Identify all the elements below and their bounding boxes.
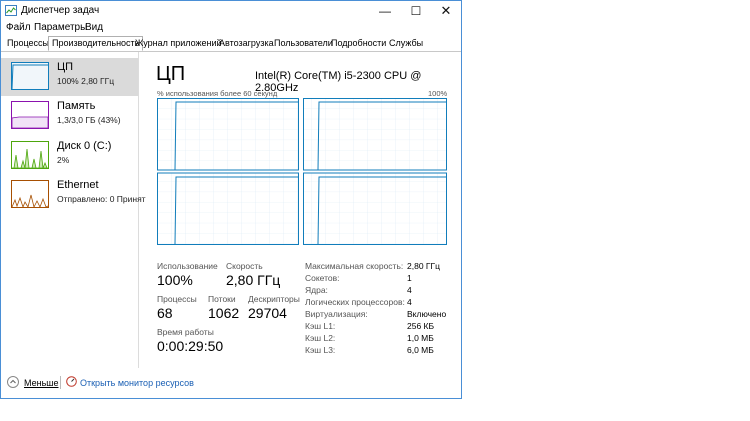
sidebar-item-label: Ethernet: [57, 179, 99, 191]
l3-cache-value: 6,0 МБ: [407, 345, 434, 355]
minimize-button[interactable]: —: [370, 1, 400, 21]
l2-cache-label: Кэш L2:: [305, 333, 336, 343]
tab-users[interactable]: Пользователи: [271, 37, 336, 50]
menu-view[interactable]: Вид: [85, 22, 103, 33]
uptime-label: Время работы: [157, 327, 214, 337]
core-graph-1: [157, 98, 299, 171]
logical-processors-value: 4: [407, 297, 412, 307]
window-title: Диспетчер задач: [21, 5, 100, 16]
threads-label: Потоки: [208, 294, 236, 304]
graph-max-label: 100%: [428, 89, 448, 98]
task-manager-icon: [5, 5, 17, 16]
menu-options[interactable]: Параметры: [34, 22, 87, 33]
sidebar-item-value: Отправлено: 0 Принят: [57, 194, 146, 204]
cpu-panel: ЦП Intel(R) Core(TM) i5-2300 CPU @ 2.80G…: [139, 52, 461, 368]
fewer-details-button[interactable]: Меньше: [24, 378, 59, 388]
l3-cache-label: Кэш L3:: [305, 345, 336, 355]
sidebar-item-label: Диск 0 (C:): [57, 140, 112, 152]
maximize-button[interactable]: ☐: [401, 1, 431, 21]
tab-app-history[interactable]: Журнал приложений: [132, 37, 225, 50]
ethernet-thumbnail-graph: [11, 180, 49, 208]
speed-value: 2,80 ГГц: [226, 272, 281, 288]
sockets-value: 1: [407, 273, 412, 283]
sidebar-item-value: 2%: [57, 155, 70, 165]
l1-cache-label: Кэш L1:: [305, 321, 336, 331]
tab-services[interactable]: Службы: [386, 37, 426, 50]
performance-sidebar: ЦП 100% 2,80 ГГц Память 1,3/3,0 ГБ (43%)…: [1, 52, 146, 368]
open-resource-monitor-link[interactable]: Открыть монитор ресурсов: [80, 378, 194, 388]
sidebar-item-memory[interactable]: Память 1,3/3,0 ГБ (43%): [1, 97, 138, 135]
graph-caption: % использования более 60 секунд: [157, 89, 278, 98]
resource-monitor-icon: [66, 376, 77, 387]
processes-label: Процессы: [157, 294, 197, 304]
core-graph-3: [157, 172, 299, 245]
max-speed-value: 2,80 ГГц: [407, 261, 440, 271]
core-graph-4: [303, 172, 447, 245]
task-manager-window: Диспетчер задач — ☐ ✕ Файл Параметры Вид…: [0, 0, 462, 399]
virtualization-value: Включено: [407, 309, 447, 319]
sockets-label: Сокетов:: [305, 273, 340, 283]
virtualization-label: Виртуализация:: [305, 309, 368, 319]
max-speed-label: Максимальная скорость:: [305, 261, 404, 271]
close-button[interactable]: ✕: [431, 1, 461, 21]
title-bar: Диспетчер задач — ☐ ✕: [1, 1, 461, 21]
cores-value: 4: [407, 285, 412, 295]
menu-file[interactable]: Файл: [6, 22, 31, 33]
memory-thumbnail-graph: [11, 101, 49, 129]
tab-bar: Процессы Производительность Журнал прило…: [1, 36, 461, 52]
handles-label: Дескрипторы: [248, 294, 300, 304]
processes-value: 68: [157, 305, 173, 321]
tab-details[interactable]: Подробности: [328, 37, 389, 50]
chevron-up-icon[interactable]: [7, 376, 19, 388]
tab-performance[interactable]: Производительность: [48, 36, 144, 51]
sidebar-item-value: 100% 2,80 ГГц: [57, 76, 115, 86]
speed-label: Скорость: [226, 261, 263, 271]
threads-value: 1062: [208, 305, 240, 321]
cpu-thumbnail-graph: [11, 62, 49, 90]
sidebar-item-cpu[interactable]: ЦП 100% 2,80 ГГц: [1, 58, 138, 96]
uptime-value: 0:00:29:50: [157, 338, 224, 354]
logical-processors-label: Логических процессоров:: [305, 297, 405, 307]
l2-cache-value: 1,0 МБ: [407, 333, 434, 343]
sidebar-item-label: Память: [57, 100, 96, 112]
usage-value: 100%: [157, 272, 193, 288]
sidebar-item-ethernet[interactable]: Ethernet Отправлено: 0 Принят: [1, 176, 146, 214]
footer-bar: Меньше Открыть монитор ресурсов: [1, 369, 461, 398]
usage-label: Использование: [157, 261, 218, 271]
cores-label: Ядра:: [305, 285, 328, 295]
disk-thumbnail-graph: [11, 141, 49, 169]
handles-value: 29704: [248, 305, 287, 321]
sidebar-item-disk[interactable]: Диск 0 (C:) 2%: [1, 137, 138, 175]
sidebar-item-label: ЦП: [57, 61, 74, 73]
sidebar-item-value: 1,3/3,0 ГБ (43%): [57, 115, 121, 125]
cpu-core-graphs: [157, 98, 447, 245]
page-title: ЦП: [156, 63, 186, 85]
footer-divider: [60, 376, 61, 389]
l1-cache-value: 256 КБ: [407, 321, 435, 331]
tab-processes[interactable]: Процессы: [4, 37, 52, 50]
tab-startup[interactable]: Автозагрузка: [216, 37, 277, 50]
core-graph-2: [303, 98, 447, 171]
